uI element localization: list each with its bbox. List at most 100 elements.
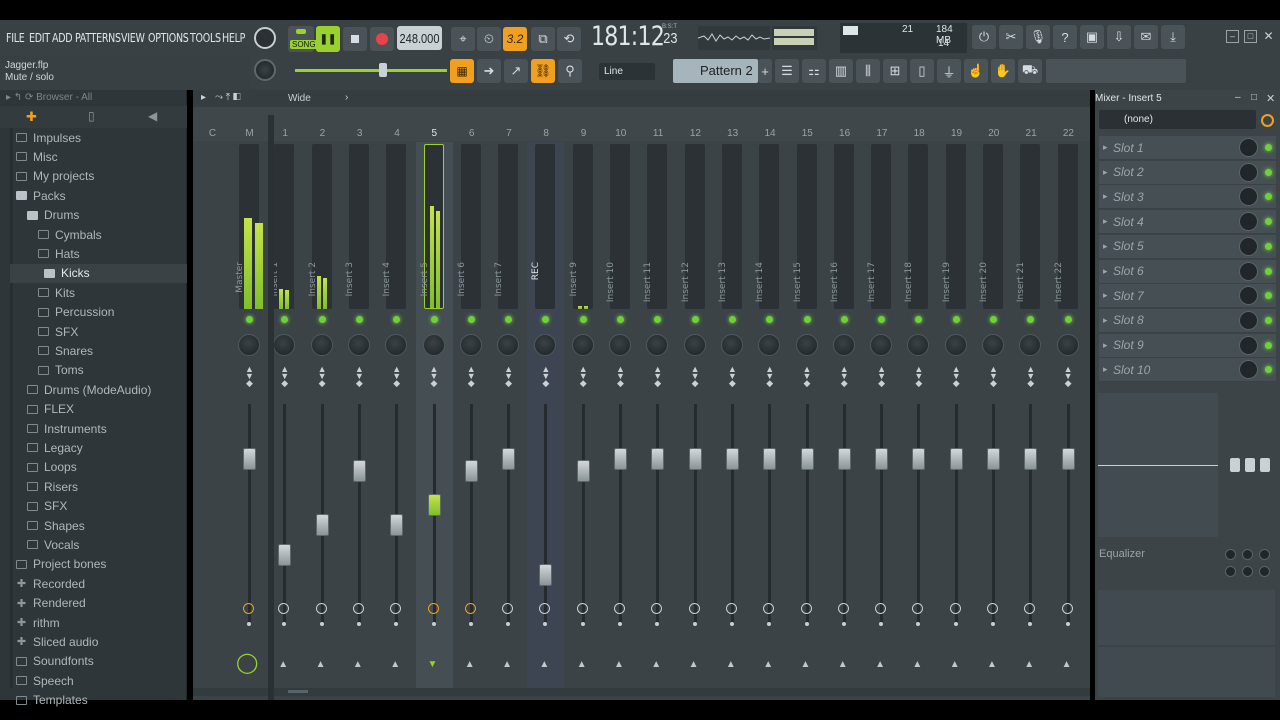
eq-graph[interactable]: [1098, 393, 1218, 537]
route-arrow-icon[interactable]: ▲: [316, 659, 326, 670]
eq-knob-4[interactable]: [1225, 566, 1236, 577]
help-button[interactable]: ?: [1053, 25, 1077, 49]
stereo-separation-icon[interactable]: ▲ ▼ ◆: [914, 365, 923, 388]
route-arrow-icon[interactable]: ▲: [1024, 659, 1034, 670]
browser-item[interactable]: Drums: [27, 206, 79, 225]
browser-item[interactable]: Snares: [38, 341, 93, 360]
browser-item[interactable]: Vocals: [27, 535, 79, 554]
route-dot[interactable]: [879, 622, 884, 626]
pan-knob[interactable]: [422, 334, 445, 356]
stereo-separation-icon[interactable]: ▲ ▼ ◆: [877, 365, 886, 388]
browser-item[interactable]: Impulses: [16, 128, 81, 147]
mixer-strip[interactable]: Insert 3 ▲ ▼ ◆ ▲: [341, 142, 378, 694]
phase-clock-icon[interactable]: [875, 603, 887, 614]
playlist-button[interactable]: ☰: [775, 59, 799, 83]
pan-knob[interactable]: [497, 334, 520, 356]
slot-enable-led[interactable]: [1265, 168, 1272, 176]
stereo-separation-icon[interactable]: ▲ ▼ ◆: [952, 365, 961, 388]
mute-led[interactable]: [952, 316, 960, 323]
route-arrow-icon[interactable]: ▲: [1062, 659, 1072, 670]
volume-fader[interactable]: [725, 448, 739, 470]
browser-scrollbar[interactable]: [10, 128, 13, 688]
browser-file-icon[interactable]: ▯: [88, 109, 95, 123]
slot-mix-knob[interactable]: [1239, 236, 1258, 256]
eq-knob-3[interactable]: [1259, 549, 1270, 560]
mixer-strip[interactable]: Insert 19 ▲ ▼ ◆ ▲: [938, 142, 975, 694]
phase-clock-icon[interactable]: [1061, 603, 1073, 614]
mute-led[interactable]: [318, 316, 326, 323]
slot-mix-knob[interactable]: [1239, 286, 1258, 306]
volume-fader[interactable]: [875, 448, 889, 470]
route-dot[interactable]: [841, 622, 846, 626]
panel-close-icon[interactable]: ✕: [1266, 92, 1275, 105]
browser-item[interactable]: ✚ Recorded: [16, 574, 85, 593]
mute-led[interactable]: [617, 316, 624, 323]
route-dot[interactable]: [247, 622, 251, 626]
route-dot[interactable]: [692, 622, 697, 626]
panel-maximize-icon[interactable]: □: [1251, 92, 1257, 103]
browser-item[interactable]: Toms: [38, 361, 84, 380]
effect-slot[interactable]: ▸ Slot 5: [1099, 234, 1276, 259]
song-mode-toggle[interactable]: SONG: [288, 26, 318, 52]
tools-button[interactable]: ✂: [999, 25, 1023, 49]
mute-led[interactable]: [467, 316, 475, 323]
browser-item[interactable]: My projects: [16, 167, 94, 186]
mute-led[interactable]: [803, 316, 811, 323]
pan-knob[interactable]: [385, 334, 408, 356]
phase-clock-icon[interactable]: [502, 603, 514, 614]
mixer-strip[interactable]: Insert 15 ▲ ▼ ◆ ▲: [789, 142, 826, 694]
slot-enable-led[interactable]: [1265, 316, 1272, 324]
stereo-separation-icon[interactable]: ▲ ▼ ◆: [579, 365, 588, 388]
mute-led[interactable]: [1064, 316, 1072, 323]
pan-knob[interactable]: [795, 334, 818, 356]
browser-item[interactable]: ✚ Rendered: [16, 594, 86, 613]
slide-tool-button[interactable]: ↗: [504, 59, 528, 83]
route-arrow-icon[interactable]: ▲: [577, 659, 587, 670]
route-arrow-icon[interactable]: ▲: [950, 659, 960, 670]
piano-roll-window-button[interactable]: ▥: [829, 59, 853, 83]
route-arrow-icon[interactable]: ▲: [763, 659, 773, 670]
mixer-strip[interactable]: Insert 13 ▲ ▼ ◆ ▲: [714, 142, 751, 694]
browser-item[interactable]: SFX: [27, 497, 67, 516]
browser-item[interactable]: Speech: [16, 671, 74, 690]
route-arrow-icon[interactable]: ▲: [987, 659, 997, 670]
stereo-separation-icon[interactable]: ▲ ▼ ◆: [280, 365, 289, 388]
browser-item[interactable]: Shapes: [27, 516, 85, 535]
mute-led[interactable]: [654, 316, 662, 323]
mixer-strip[interactable]: Insert 7 ▲ ▼ ◆ ▲: [490, 142, 527, 694]
menu-edit[interactable]: EDIT: [29, 31, 50, 45]
mixer-scroll-thumb[interactable]: [288, 690, 308, 693]
route-dot[interactable]: [543, 622, 548, 626]
volume-fader[interactable]: [576, 460, 590, 482]
mixer-strip[interactable]: Insert 2 ▲ ▼ ◆ ▲: [304, 142, 341, 694]
route-arrow-icon[interactable]: ▲: [726, 659, 736, 670]
add-pattern-button[interactable]: +: [758, 59, 772, 83]
volume-fader[interactable]: [243, 448, 256, 470]
news-panel[interactable]: [1046, 59, 1186, 83]
pan-knob[interactable]: [982, 334, 1004, 356]
effect-slot[interactable]: ▸ Slot 7: [1099, 284, 1276, 309]
browser-item[interactable]: Legacy: [27, 438, 83, 457]
mute-led[interactable]: [878, 316, 886, 323]
link-button[interactable]: ⛓: [531, 59, 555, 83]
main-volume-slider[interactable]: [295, 63, 447, 77]
mixer-button[interactable]: ⫼: [856, 59, 880, 83]
route-dot[interactable]: [506, 622, 511, 626]
menu-patterns[interactable]: PATTERNS: [75, 31, 121, 45]
pan-knob[interactable]: [758, 334, 781, 356]
menu-options[interactable]: OPTIONS: [148, 31, 189, 45]
pan-knob[interactable]: [944, 334, 967, 356]
mixer-strip[interactable]: Insert 14 ▲ ▼ ◆ ▲: [751, 142, 788, 694]
route-arrow-icon[interactable]: ◯: [236, 650, 258, 675]
mixer-strip[interactable]: Insert 22 ▲ ▼ ◆ ▲: [1050, 142, 1087, 694]
route-arrow-icon[interactable]: ▲: [278, 659, 288, 670]
eq-slider-1[interactable]: [1230, 458, 1240, 472]
route-dot[interactable]: [916, 622, 921, 626]
menu-help[interactable]: HELP: [222, 31, 245, 45]
save-button[interactable]: ▣: [1080, 25, 1104, 49]
slot-enable-led[interactable]: [1265, 267, 1272, 275]
mute-led[interactable]: [246, 316, 253, 323]
plugin-button[interactable]: ⏚: [937, 59, 961, 83]
mute-led[interactable]: [1027, 316, 1035, 323]
stereo-separation-icon[interactable]: ▲ ▼ ◆: [467, 365, 476, 388]
